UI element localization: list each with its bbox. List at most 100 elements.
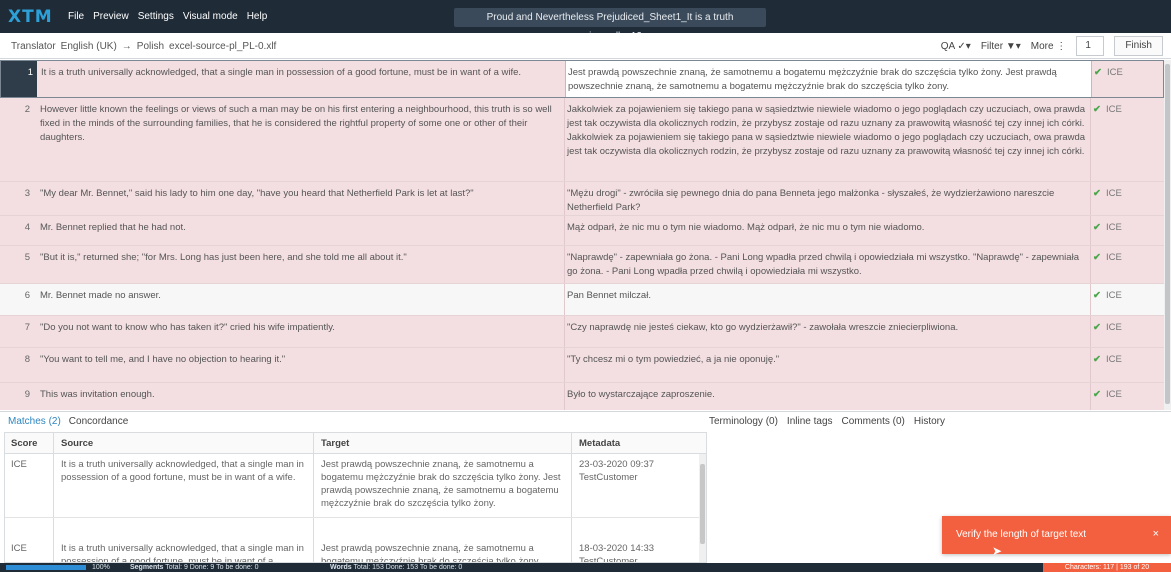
qa-dropdown[interactable]: QA ✓▾ [941, 41, 971, 52]
match-tabs: Matches (2) Concordance [8, 416, 128, 427]
match-row[interactable]: ICE It is a truth universally acknowledg… [5, 454, 706, 518]
segment-scrollbar[interactable] [1164, 60, 1171, 410]
tab-comments[interactable]: Comments (0) [842, 416, 905, 427]
finish-button[interactable]: Finish [1114, 36, 1163, 56]
segment-row[interactable]: 3 "My dear Mr. Bennet," said his lady to… [0, 182, 1164, 216]
match-metadata: 18-03-2020 14:33 TestCustomer [579, 542, 689, 563]
segment-target[interactable]: "Mężu drogi" - zwróciła się pewnego dnia… [567, 187, 1088, 215]
checkmark-icon: ✔ [1093, 222, 1101, 233]
segment-number-input[interactable]: 1 [1076, 36, 1105, 56]
words-summary: Words Total: 153 Done: 153 To be done: 0 [330, 563, 462, 572]
segment-status: ✔ ICE [1093, 221, 1164, 235]
menu-settings[interactable]: Settings [138, 11, 174, 22]
match-type: ICE [1105, 252, 1122, 263]
logo-mark: XTM [8, 7, 53, 27]
document-title: Proud and Nevertheless Prejudiced_Sheet1… [454, 8, 766, 42]
progress-percent: 100% [92, 564, 110, 571]
segment-number: 6 [24, 290, 30, 301]
tab-history[interactable]: History [914, 416, 945, 427]
close-icon[interactable]: × [1153, 528, 1159, 540]
words-label: Words [330, 564, 352, 571]
column-divider [564, 182, 565, 215]
progress-bar [6, 565, 86, 570]
segment-target[interactable]: Pan Bennet milczał. [567, 289, 1088, 303]
words-counts: Total: 153 Done: 153 To be done: 0 [353, 564, 463, 571]
segment-row[interactable]: 5 "But it is," returned she; "for Mrs. L… [0, 246, 1164, 284]
scrollbar-thumb[interactable] [700, 464, 705, 544]
match-score: ICE [11, 459, 27, 470]
match-source: It is a truth universally acknowledged, … [61, 543, 304, 563]
matches-scrollbar[interactable] [699, 454, 706, 562]
segment-target[interactable]: Jakkolwiek za pojawieniem się takiego pa… [567, 103, 1088, 159]
header-score: Score [11, 438, 38, 449]
match-row[interactable]: ICE It is a truth universally acknowledg… [5, 538, 706, 563]
segment-row[interactable]: 7 "Do you not want to know who has taken… [0, 316, 1164, 348]
match-type: ICE [1105, 354, 1122, 365]
column-divider [1090, 284, 1091, 315]
header-source: Source [61, 438, 94, 449]
segment-status: ✔ ICE [1093, 353, 1164, 367]
main-menu: File Preview Settings Visual mode Help [68, 11, 267, 22]
column-divider [1090, 383, 1091, 410]
menu-file[interactable]: File [68, 11, 84, 22]
menu-help[interactable]: Help [247, 11, 268, 22]
column-divider [564, 316, 565, 347]
segment-number: 8 [24, 354, 30, 365]
segment-source: Mr. Bennet made no answer. [40, 290, 161, 301]
segment-target[interactable]: "Ty chcesz mi o tym powiedzieć, a ja nie… [567, 353, 1088, 367]
match-type: ICE [1105, 290, 1122, 301]
checkmark-icon: ✔ [1093, 252, 1101, 263]
checkmark-icon: ✔ [1093, 389, 1101, 400]
top-menu-bar: XTM File Preview Settings Visual mode He… [0, 0, 1171, 42]
match-date: 18-03-2020 14:33 [579, 543, 655, 554]
segment-number: 1 [1, 61, 37, 97]
menu-visual-mode[interactable]: Visual mode [183, 11, 238, 22]
segment-target[interactable]: Jest prawdą powszechnie znaną, że samotn… [568, 66, 1089, 94]
file-name: excel-source-pl_PL-0.xlf [169, 41, 277, 52]
match-score: ICE [11, 543, 27, 554]
column-divider [1090, 98, 1091, 181]
info-tabs: Terminology (0) Inline tags Comments (0)… [709, 416, 945, 427]
segment-row[interactable]: 6 Mr. Bennet made no answer. Pan Bennet … [0, 284, 1164, 316]
tab-concordance[interactable]: Concordance [69, 416, 128, 427]
segment-target[interactable]: "Naprawdę" - zapewniała go żona. - Pani … [567, 251, 1088, 279]
segment-row[interactable]: 8 "You want to tell me, and I have no ob… [0, 348, 1164, 383]
menu-preview[interactable]: Preview [93, 11, 129, 22]
tab-terminology[interactable]: Terminology (0) [709, 416, 778, 427]
segment-target[interactable]: "Czy naprawdę nie jesteś ciekaw, kto go … [567, 321, 1088, 335]
segment-row[interactable]: 4 Mr. Bennet replied that he had not. Mą… [0, 216, 1164, 246]
column-divider [564, 348, 565, 382]
segment-status: ✔ ICE [1093, 321, 1164, 335]
segment-number: 9 [24, 389, 30, 400]
checkmark-icon: ✔ [1094, 67, 1102, 78]
segment-number: 4 [24, 222, 30, 233]
segment-row[interactable]: 2 However little known the feelings or v… [0, 98, 1164, 182]
column-divider [1090, 182, 1091, 215]
segment-source: "Do you not want to know who has taken i… [40, 322, 335, 333]
tab-inline-tags[interactable]: Inline tags [787, 416, 833, 427]
column-divider [1090, 216, 1091, 245]
tab-matches[interactable]: Matches (2) [8, 416, 61, 427]
column-divider [564, 246, 565, 283]
characters-counter: Characters: 117 | 193 of 20 [1043, 563, 1171, 572]
header-metadata: Metadata [579, 438, 621, 449]
match-customer: TestCustomer [579, 556, 638, 563]
segment-row[interactable]: 1 It is a truth universally acknowledged… [0, 60, 1164, 98]
segment-target[interactable]: Było to wystarczające zaproszenie. [567, 388, 1088, 402]
segment-target[interactable]: Mąż odparł, że nic mu o tym nie wiadomo.… [567, 221, 1088, 235]
more-menu[interactable]: More ⋮ [1031, 41, 1067, 52]
checkmark-icon: ✔ [1093, 354, 1101, 365]
match-date: 23-03-2020 09:37 [579, 459, 655, 470]
column-divider [564, 216, 565, 245]
segment-status: ✔ ICE [1093, 251, 1164, 265]
segment-status: ✔ ICE [1094, 66, 1164, 80]
segments-label: Segments [130, 564, 164, 571]
filter-dropdown[interactable]: Filter ▼▾ [981, 41, 1021, 52]
match-type: ICE [1105, 222, 1122, 233]
scrollbar-thumb[interactable] [1165, 64, 1170, 404]
xtm-logo: XTM [8, 7, 53, 27]
segment-row[interactable]: 9 This was invitation enough. Było to wy… [0, 383, 1164, 410]
toolbar-actions: QA ✓▾ Filter ▼▾ More ⋮ 1 Finish [941, 36, 1163, 56]
matches-header: Score Source Target Metadata [5, 433, 706, 454]
column-divider [564, 383, 565, 410]
